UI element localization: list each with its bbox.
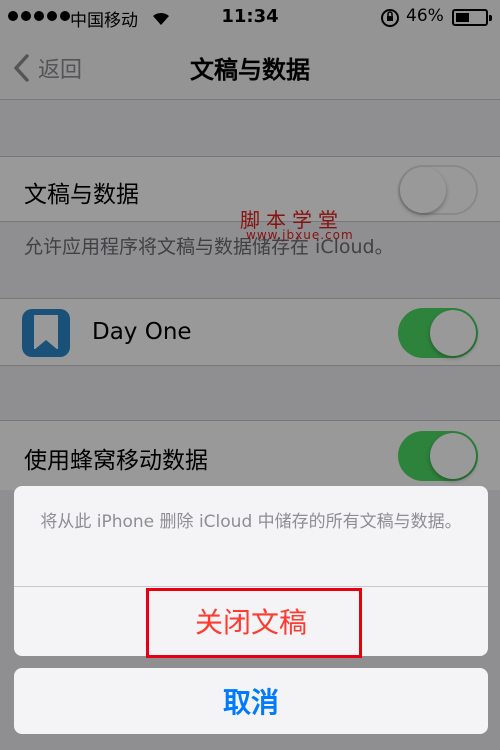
- highlight-box: [146, 588, 362, 658]
- screen: 中国移动 11:34 46% 返回 文稿与数据 文稿与数据 允许应用程序将文稿与…: [0, 0, 500, 750]
- action-sheet-message: 将从此 iPhone 删除 iCloud 中储存的所有文稿与数据。: [40, 512, 462, 532]
- cancel-button[interactable]: 取消: [14, 668, 488, 734]
